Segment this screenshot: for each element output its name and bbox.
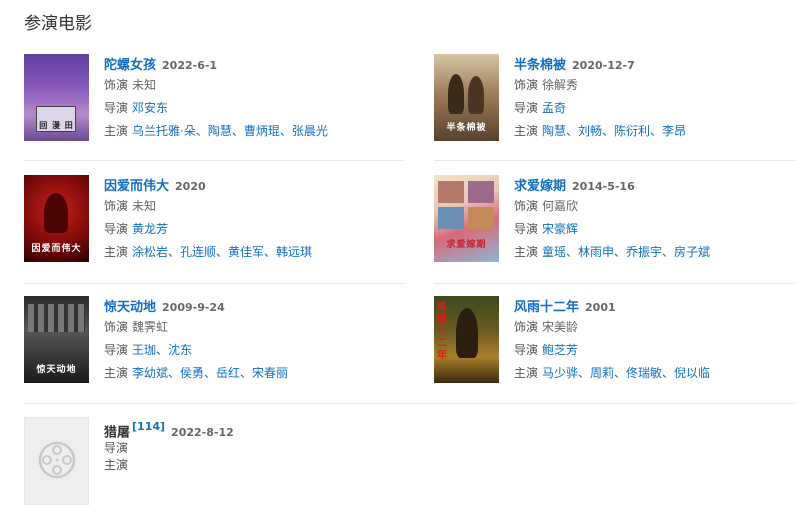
director-link[interactable]: 宋豪辉 [542,222,578,236]
director-label: 导演 [514,343,539,357]
cast-label: 主演 [514,124,539,138]
poster-text: 求爱嫁期 [446,240,487,250]
movie-date: 2022-6-1 [162,59,218,72]
poster-text: 半条棉被 [446,123,487,133]
director-label: 导演 [104,101,129,115]
film-reel-icon [38,441,76,479]
movie-title-link[interactable]: 求爱嫁期 [514,179,566,194]
movie-poster[interactable]: 風雨十二年 [434,296,499,383]
role-label: 饰演 [104,320,129,334]
cast-label: 主演 [514,245,539,259]
citation-link[interactable]: [114] [132,420,165,433]
director-link[interactable]: 邓安东 [132,101,168,115]
role-label: 饰演 [514,199,539,213]
poster-figure [448,74,464,114]
divider [24,403,796,404]
section-title: 参演电影 [24,14,92,34]
role-value: 魏霁虹 [132,320,169,334]
movie-date: 2014-5-16 [572,180,635,193]
director-link[interactable]: 孟奇 [542,101,566,115]
movie-title-link[interactable]: 惊天动地 [104,300,156,315]
movie-date: 2020 [175,180,206,193]
role-value: 徐解秀 [542,78,579,92]
movie-poster[interactable]: 因爱而伟大 [24,175,89,262]
poster-text: 回 漫 田 [39,121,74,130]
cast-label: 主演 [104,124,129,138]
movie-date: 2022-8-12 [171,426,234,440]
movie-card: 因爱而伟大 因爱而伟大 2020 饰演 未知 导演 黄龙芳 主演 涂松岩、孔连顺、黄佳军… [24,175,384,275]
director-link[interactable]: 黄龙芳 [132,222,168,236]
poster-text: 風雨十二年 [437,302,447,361]
divider [24,283,404,284]
role-label: 饰演 [104,199,129,213]
role-value: 何嘉欣 [542,199,579,213]
cast-label: 主演 [104,458,129,472]
role-label: 饰演 [514,320,539,334]
poster-crowd [28,304,85,332]
movie-poster[interactable]: 惊天动地 [24,296,89,383]
role-value: 宋美龄 [542,320,579,334]
movie-poster[interactable]: 回 漫 田 [24,54,89,141]
director-label: 导演 [104,222,129,236]
poster-photo-tile [438,181,464,203]
movie-date: 2020-12-7 [572,59,635,72]
movie-card: 風雨十二年 风雨十二年 2001 饰演 宋美龄 导演 鲍芝芳 主演 马少骅、周莉、佟瑞敏… [434,296,794,396]
movie-title-link[interactable]: 风雨十二年 [514,300,579,315]
cast-label: 主演 [104,245,129,259]
director-link[interactable]: 王珈、沈东 [132,343,192,357]
poster-text: 惊天动地 [36,365,77,375]
cast-links[interactable]: 马少骅、周莉、佟瑞敏、倪以临 [542,366,710,380]
cast-label: 主演 [104,366,129,380]
movie-card: 惊天动地 惊天动地 2009-9-24 饰演 魏霁虹 导演 王珈、沈东 主演 李幼斌、侯… [24,296,384,396]
poster-figure [456,308,478,358]
cast-links[interactable]: 童瑶、林雨申、乔振宇、房子斌 [542,245,710,259]
movie-card: 半条棉被 半条棉被 2020-12-7 饰演 徐解秀 导演 孟奇 主演 陶慧、刘畅、陈衍… [434,54,794,154]
poster-photo-tile [468,181,494,203]
movie-card: 回 漫 田 陀螺女孩 2022-6-1 饰演 未知 导演 邓安东 主演 乌兰托雅·朵、陶… [24,54,384,154]
role-value: 未知 [132,78,157,92]
movie-title-link[interactable]: 半条棉被 [514,58,566,73]
poster-photo-tile [468,207,494,229]
cast-links[interactable]: 陶慧、刘畅、陈衍利、李昂 [542,124,686,138]
director-label: 导演 [514,101,539,115]
director-link[interactable]: 鲍芝芳 [542,343,578,357]
poster-text: 因爱而伟大 [31,244,82,254]
movie-poster[interactable]: 求爱嫁期 [434,175,499,262]
director-label: 导演 [104,343,129,357]
director-label: 导演 [104,441,129,455]
movie-poster[interactable]: 半条棉被 [434,54,499,141]
divider [434,160,796,161]
divider [434,283,796,284]
poster-figure [468,76,484,114]
director-label: 导演 [514,222,539,236]
role-value: 未知 [132,199,157,213]
movie-poster-placeholder[interactable] [24,417,89,505]
role-label: 饰演 [104,78,129,92]
movie-date: 2001 [585,301,616,314]
poster-photo-tile [438,207,464,229]
movie-title-link[interactable]: 陀螺女孩 [104,58,156,73]
cast-links[interactable]: 涂松岩、孔连顺、黄佳军、韩远琪 [132,245,312,259]
movie-date: 2009-9-24 [162,301,225,314]
cast-links[interactable]: 乌兰托雅·朵、陶慧、曹炳琨、张晨光 [132,124,328,138]
poster-figure [44,193,68,233]
divider [24,160,404,161]
cast-label: 主演 [514,366,539,380]
movie-card: 猎屠 [114] 2022-8-12 导演 主演 [24,417,384,512]
cast-links[interactable]: 李幼斌、侯勇、岳红、宋春丽 [132,366,288,380]
movie-title-link[interactable]: 因爱而伟大 [104,179,169,194]
role-label: 饰演 [514,78,539,92]
movie-card: 求爱嫁期 求爱嫁期 2014-5-16 饰演 何嘉欣 导演 宋豪辉 主演 童瑶、林雨申、… [434,175,794,275]
